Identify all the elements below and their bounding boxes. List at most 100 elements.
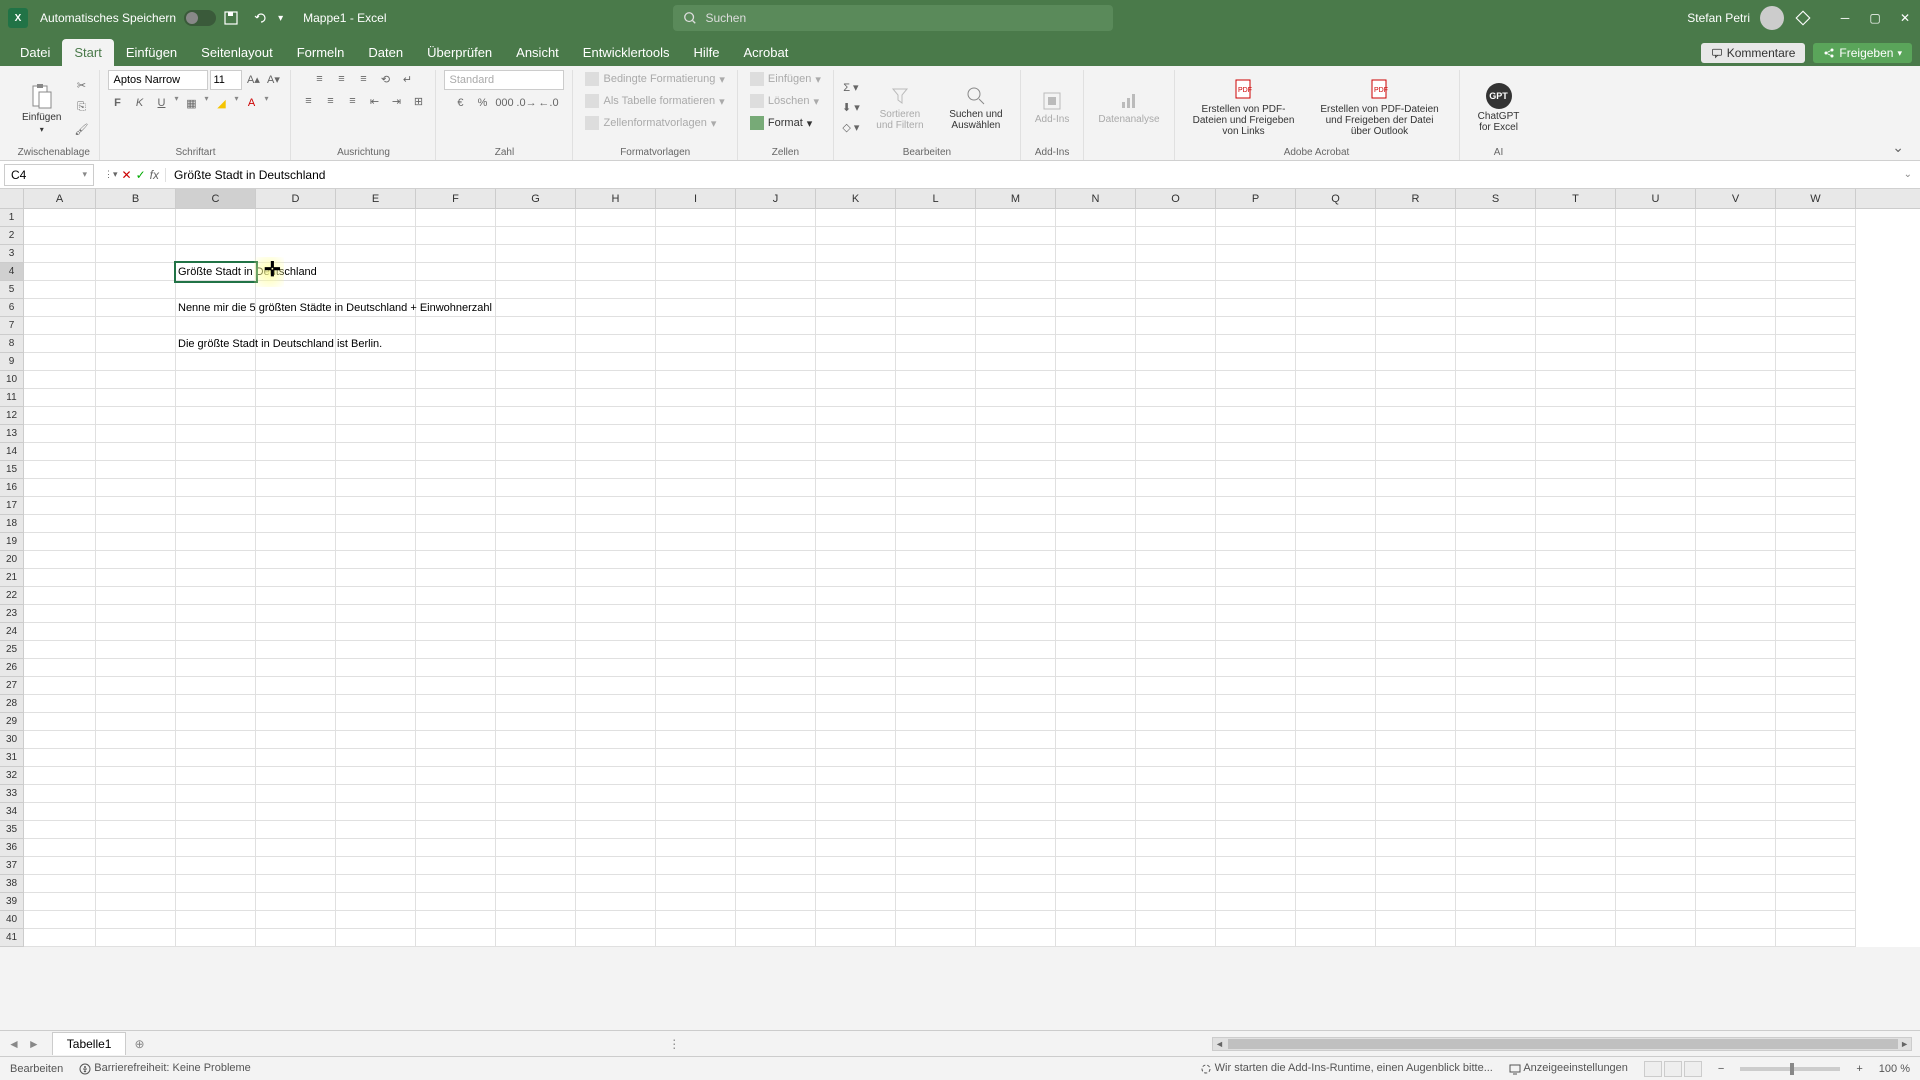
- cell-O10[interactable]: [1136, 371, 1216, 389]
- cell-J40[interactable]: [736, 911, 816, 929]
- row-header-24[interactable]: 24: [0, 623, 24, 641]
- cell-R12[interactable]: [1376, 407, 1456, 425]
- cell-Q13[interactable]: [1296, 425, 1376, 443]
- cell-S37[interactable]: [1456, 857, 1536, 875]
- cell-D31[interactable]: [256, 749, 336, 767]
- cell-G41[interactable]: [496, 929, 576, 947]
- cell-Q29[interactable]: [1296, 713, 1376, 731]
- cell-M38[interactable]: [976, 875, 1056, 893]
- cell-T40[interactable]: [1536, 911, 1616, 929]
- cell-N10[interactable]: [1056, 371, 1136, 389]
- cell-W23[interactable]: [1776, 605, 1856, 623]
- decrease-indent-icon[interactable]: ⇤: [365, 92, 383, 110]
- cell-J31[interactable]: [736, 749, 816, 767]
- row-header-11[interactable]: 11: [0, 389, 24, 407]
- cell-U21[interactable]: [1616, 569, 1696, 587]
- cell-C13[interactable]: [176, 425, 256, 443]
- cell-H9[interactable]: [576, 353, 656, 371]
- cell-G20[interactable]: [496, 551, 576, 569]
- cell-L23[interactable]: [896, 605, 976, 623]
- cell-B11[interactable]: [96, 389, 176, 407]
- cell-M16[interactable]: [976, 479, 1056, 497]
- cell-M4[interactable]: [976, 263, 1056, 281]
- avatar[interactable]: [1760, 6, 1784, 30]
- cell-F18[interactable]: [416, 515, 496, 533]
- cell-I40[interactable]: [656, 911, 736, 929]
- cell-T3[interactable]: [1536, 245, 1616, 263]
- cell-W33[interactable]: [1776, 785, 1856, 803]
- cell-Q14[interactable]: [1296, 443, 1376, 461]
- cell-W19[interactable]: [1776, 533, 1856, 551]
- cell-I26[interactable]: [656, 659, 736, 677]
- cell-E40[interactable]: [336, 911, 416, 929]
- wrap-text-icon[interactable]: ↵: [398, 70, 416, 88]
- cell-O33[interactable]: [1136, 785, 1216, 803]
- cell-P41[interactable]: [1216, 929, 1296, 947]
- cell-I36[interactable]: [656, 839, 736, 857]
- cell-J2[interactable]: [736, 227, 816, 245]
- col-header-I[interactable]: I: [656, 189, 736, 208]
- cell-S29[interactable]: [1456, 713, 1536, 731]
- cell-B27[interactable]: [96, 677, 176, 695]
- cell-G32[interactable]: [496, 767, 576, 785]
- cell-N23[interactable]: [1056, 605, 1136, 623]
- cell-R9[interactable]: [1376, 353, 1456, 371]
- cell-H16[interactable]: [576, 479, 656, 497]
- cell-V36[interactable]: [1696, 839, 1776, 857]
- cell-V19[interactable]: [1696, 533, 1776, 551]
- cell-J18[interactable]: [736, 515, 816, 533]
- cell-T11[interactable]: [1536, 389, 1616, 407]
- cell-M32[interactable]: [976, 767, 1056, 785]
- cell-M33[interactable]: [976, 785, 1056, 803]
- cell-H34[interactable]: [576, 803, 656, 821]
- zoom-in-icon[interactable]: +: [1856, 1063, 1862, 1075]
- cell-V24[interactable]: [1696, 623, 1776, 641]
- cell-M39[interactable]: [976, 893, 1056, 911]
- cell-C36[interactable]: [176, 839, 256, 857]
- cell-J36[interactable]: [736, 839, 816, 857]
- cell-O29[interactable]: [1136, 713, 1216, 731]
- cell-P35[interactable]: [1216, 821, 1296, 839]
- cell-D35[interactable]: [256, 821, 336, 839]
- cell-T41[interactable]: [1536, 929, 1616, 947]
- cell-U14[interactable]: [1616, 443, 1696, 461]
- cell-U25[interactable]: [1616, 641, 1696, 659]
- cell-F8[interactable]: [416, 335, 496, 353]
- format-painter-icon[interactable]: 🖌: [71, 120, 91, 140]
- cell-T21[interactable]: [1536, 569, 1616, 587]
- cell-P18[interactable]: [1216, 515, 1296, 533]
- undo-icon[interactable]: [252, 9, 270, 27]
- cell-V3[interactable]: [1696, 245, 1776, 263]
- cell-D18[interactable]: [256, 515, 336, 533]
- cell-Q18[interactable]: [1296, 515, 1376, 533]
- cell-W16[interactable]: [1776, 479, 1856, 497]
- cell-I25[interactable]: [656, 641, 736, 659]
- cell-S30[interactable]: [1456, 731, 1536, 749]
- insert-cells-button[interactable]: Einfügen ▾: [746, 70, 825, 88]
- cell-G40[interactable]: [496, 911, 576, 929]
- cell-L15[interactable]: [896, 461, 976, 479]
- cell-A38[interactable]: [24, 875, 96, 893]
- cell-G30[interactable]: [496, 731, 576, 749]
- cell-W15[interactable]: [1776, 461, 1856, 479]
- cell-P34[interactable]: [1216, 803, 1296, 821]
- cell-G9[interactable]: [496, 353, 576, 371]
- cell-V2[interactable]: [1696, 227, 1776, 245]
- cell-F7[interactable]: [416, 317, 496, 335]
- row-header-40[interactable]: 40: [0, 911, 24, 929]
- row-header-8[interactable]: 8: [0, 335, 24, 353]
- cell-N41[interactable]: [1056, 929, 1136, 947]
- cell-L29[interactable]: [896, 713, 976, 731]
- cell-I8[interactable]: [656, 335, 736, 353]
- cell-U29[interactable]: [1616, 713, 1696, 731]
- dec-decimal-icon[interactable]: ←.0: [539, 94, 557, 112]
- cell-D40[interactable]: [256, 911, 336, 929]
- cell-Q34[interactable]: [1296, 803, 1376, 821]
- cell-W31[interactable]: [1776, 749, 1856, 767]
- cell-W13[interactable]: [1776, 425, 1856, 443]
- cell-S2[interactable]: [1456, 227, 1536, 245]
- cell-A15[interactable]: [24, 461, 96, 479]
- cell-B7[interactable]: [96, 317, 176, 335]
- cell-Q26[interactable]: [1296, 659, 1376, 677]
- cell-T1[interactable]: [1536, 209, 1616, 227]
